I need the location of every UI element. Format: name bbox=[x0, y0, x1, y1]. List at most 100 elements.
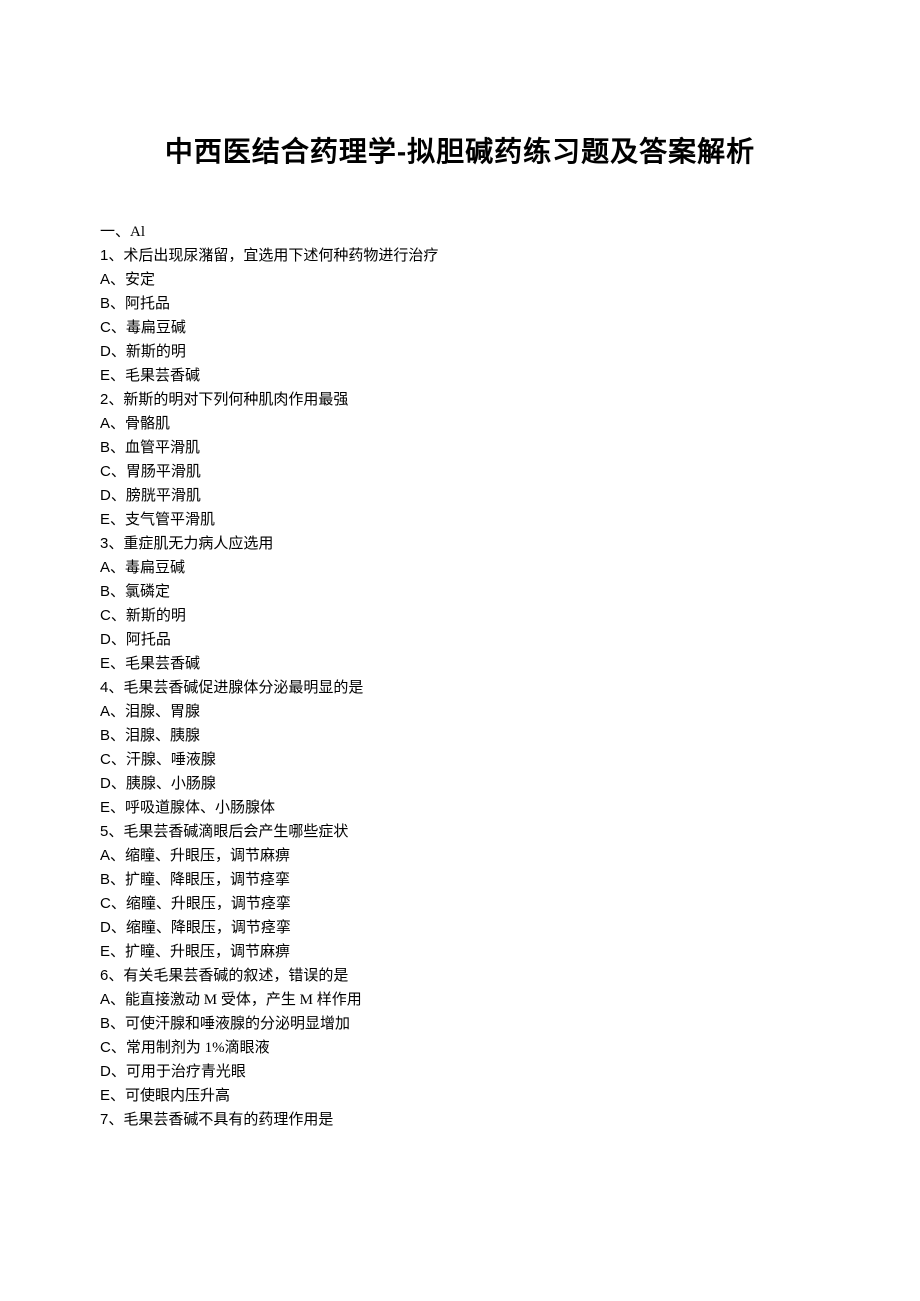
option-text: 支气管平滑肌 bbox=[125, 512, 215, 528]
option-text: 能直接激动 M 受体，产生 M 样作用 bbox=[125, 992, 362, 1008]
separator: 、 bbox=[110, 872, 125, 888]
separator: 、 bbox=[111, 344, 126, 360]
separator: 、 bbox=[111, 608, 126, 624]
option-letter: D bbox=[100, 1063, 111, 1080]
option-row: E、扩瞳、升眼压，调节麻痹 bbox=[100, 940, 820, 964]
option-row: A、泪腺、胃腺 bbox=[100, 700, 820, 724]
option-text: 毛果芸香碱 bbox=[125, 368, 200, 384]
option-text: 骨骼肌 bbox=[125, 416, 170, 432]
question-text: 7、毛果芸香碱不具有的药理作用是 bbox=[100, 1108, 820, 1132]
separator: 、 bbox=[111, 752, 126, 768]
option-letter: C bbox=[100, 895, 111, 912]
option-row: C、新斯的明 bbox=[100, 604, 820, 628]
option-letter: B bbox=[100, 1015, 110, 1032]
question-text: 5、毛果芸香碱滴眼后会产生哪些症状 bbox=[100, 820, 820, 844]
separator: 、 bbox=[111, 776, 126, 792]
option-text: 可用于治疗青光眼 bbox=[126, 1064, 246, 1080]
option-text: 扩瞳、降眼压，调节痉挛 bbox=[125, 872, 290, 888]
option-letter: A bbox=[100, 415, 110, 432]
option-row: A、缩瞳、升眼压，调节麻痹 bbox=[100, 844, 820, 868]
question-body: 毛果芸香碱滴眼后会产生哪些症状 bbox=[123, 824, 348, 840]
separator: 、 bbox=[111, 920, 126, 936]
option-text: 血管平滑肌 bbox=[125, 440, 200, 456]
option-letter: A bbox=[100, 703, 110, 720]
option-text: 毒扁豆碱 bbox=[126, 320, 186, 336]
option-letter: E bbox=[100, 367, 110, 384]
separator: 、 bbox=[110, 992, 125, 1008]
option-row: A、毒扁豆碱 bbox=[100, 556, 820, 580]
separator: 、 bbox=[111, 632, 126, 648]
option-row: E、支气管平滑肌 bbox=[100, 508, 820, 532]
option-row: D、膀胱平滑肌 bbox=[100, 484, 820, 508]
option-letter: E bbox=[100, 511, 110, 528]
option-letter: A bbox=[100, 559, 110, 576]
option-row: E、呼吸道腺体、小肠腺体 bbox=[100, 796, 820, 820]
option-row: D、可用于治疗青光眼 bbox=[100, 1060, 820, 1084]
question-body: 毛果芸香碱促进腺体分泌最明显的是 bbox=[123, 680, 363, 696]
option-text: 新斯的明 bbox=[126, 344, 186, 360]
option-text: 氯磷定 bbox=[125, 584, 170, 600]
option-letter: D bbox=[100, 487, 111, 504]
option-text: 泪腺、胰腺 bbox=[125, 728, 200, 744]
separator: 、 bbox=[108, 968, 123, 984]
option-text: 扩瞳、升眼压，调节麻痹 bbox=[125, 944, 290, 960]
option-letter: B bbox=[100, 871, 110, 888]
option-row: C、常用制剂为 1%滴眼液 bbox=[100, 1036, 820, 1060]
option-text: 缩瞳、升眼压，调节麻痹 bbox=[125, 848, 290, 864]
option-row: E、可使眼内压升高 bbox=[100, 1084, 820, 1108]
option-text: 缩瞳、降眼压，调节痉挛 bbox=[126, 920, 291, 936]
separator: 、 bbox=[108, 392, 123, 408]
option-row: B、泪腺、胰腺 bbox=[100, 724, 820, 748]
option-row: D、胰腺、小肠腺 bbox=[100, 772, 820, 796]
question-body: 重症肌无力病人应选用 bbox=[123, 536, 273, 552]
separator: 、 bbox=[110, 272, 125, 288]
separator: 、 bbox=[110, 560, 125, 576]
question-body: 新斯的明对下列何种肌肉作用最强 bbox=[123, 392, 348, 408]
separator: 、 bbox=[111, 1040, 126, 1056]
option-letter: B bbox=[100, 439, 110, 456]
question-text: 1、术后出现尿潴留，宜选用下述何种药物进行治疗 bbox=[100, 244, 820, 268]
option-row: B、阿托品 bbox=[100, 292, 820, 316]
option-text: 胰腺、小肠腺 bbox=[126, 776, 216, 792]
separator: 、 bbox=[110, 704, 125, 720]
separator: 、 bbox=[110, 296, 125, 312]
separator: 、 bbox=[108, 248, 123, 264]
option-row: A、能直接激动 M 受体，产生 M 样作用 bbox=[100, 988, 820, 1012]
option-text: 阿托品 bbox=[126, 632, 171, 648]
page-title: 中西医结合药理学-拟胆碱药练习题及答案解析 bbox=[100, 130, 820, 170]
option-letter: B bbox=[100, 583, 110, 600]
option-letter: A bbox=[100, 991, 110, 1008]
separator: 、 bbox=[110, 440, 125, 456]
separator: 、 bbox=[110, 944, 125, 960]
option-text: 阿托品 bbox=[125, 296, 170, 312]
option-text: 常用制剂为 1%滴眼液 bbox=[126, 1040, 270, 1056]
option-letter: D bbox=[100, 631, 111, 648]
option-letter: A bbox=[100, 847, 110, 864]
question-text: 3、重症肌无力病人应选用 bbox=[100, 532, 820, 556]
option-letter: E bbox=[100, 655, 110, 672]
option-text: 呼吸道腺体、小肠腺体 bbox=[125, 800, 275, 816]
option-text: 新斯的明 bbox=[126, 608, 186, 624]
option-letter: C bbox=[100, 607, 111, 624]
option-row: B、扩瞳、降眼压，调节痉挛 bbox=[100, 868, 820, 892]
separator: 、 bbox=[110, 1016, 125, 1032]
separator: 、 bbox=[111, 320, 126, 336]
separator: 、 bbox=[110, 728, 125, 744]
option-text: 毒扁豆碱 bbox=[125, 560, 185, 576]
questions-container: 1、术后出现尿潴留，宜选用下述何种药物进行治疗A、安定B、阿托品C、毒扁豆碱D、… bbox=[100, 244, 820, 1132]
separator: 、 bbox=[110, 584, 125, 600]
option-text: 汗腺、唾液腺 bbox=[126, 752, 216, 768]
option-row: C、缩瞳、升眼压，调节痉挛 bbox=[100, 892, 820, 916]
question-body: 有关毛果芸香碱的叙述，错误的是 bbox=[123, 968, 348, 984]
option-text: 缩瞳、升眼压，调节痉挛 bbox=[126, 896, 291, 912]
option-letter: E bbox=[100, 943, 110, 960]
option-letter: E bbox=[100, 799, 110, 816]
separator: 、 bbox=[110, 848, 125, 864]
option-text: 膀胱平滑肌 bbox=[126, 488, 201, 504]
option-row: D、新斯的明 bbox=[100, 340, 820, 364]
option-row: D、缩瞳、降眼压，调节痉挛 bbox=[100, 916, 820, 940]
option-text: 胃肠平滑肌 bbox=[126, 464, 201, 480]
separator: 、 bbox=[108, 1112, 123, 1128]
option-letter: D bbox=[100, 919, 111, 936]
option-text: 可使汗腺和唾液腺的分泌明显增加 bbox=[125, 1016, 350, 1032]
